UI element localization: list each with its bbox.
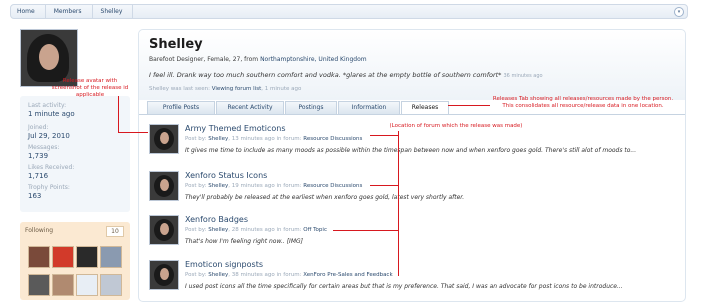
user-location[interactable]: Northamptonshire, United Kingdom	[260, 56, 367, 63]
following-count: 10	[106, 226, 124, 237]
following-avatar[interactable]	[28, 274, 50, 296]
joined-value: Jul 29, 2010	[28, 132, 70, 140]
last-seen: Shelley was last seen: Viewing forum lis…	[149, 86, 301, 92]
release-title[interactable]: Emoticon signposts	[185, 260, 263, 269]
meta-by: Post by:	[185, 136, 209, 142]
annotation-arrow	[370, 135, 398, 136]
annotation-arrow	[448, 105, 490, 106]
annotation-releases-tab: Releases Tab showing all releases/resour…	[492, 96, 674, 109]
tab-profile-posts[interactable]: Profile Posts	[147, 101, 215, 114]
list-item: Xenforo Status Icons Post by: Shelley, 1…	[149, 171, 679, 211]
meta-by: Post by:	[185, 183, 209, 189]
tab-information[interactable]: Information	[338, 101, 400, 114]
release-avatar[interactable]	[149, 260, 179, 290]
breadcrumb-members[interactable]: Members	[46, 5, 93, 18]
annotation-avatar: Release avatar with screenshot of the re…	[51, 78, 129, 98]
following-label: Following	[25, 227, 54, 234]
annotation-arrow	[398, 131, 399, 276]
last-seen-activity[interactable]: Viewing forum list	[212, 86, 262, 92]
meta-by: Post by:	[185, 227, 209, 233]
profile-tabs: Profile Posts Recent Activity Postings I…	[147, 101, 450, 114]
meta-forum[interactable]: Resource Discussions	[303, 136, 362, 142]
release-title[interactable]: Xenforo Badges	[185, 215, 248, 224]
meta-by: Post by:	[185, 272, 209, 278]
list-item: Army Themed Emoticons Post by: Shelley, …	[149, 124, 679, 164]
profile-stats: Last activity: 1 minute ago Joined: Jul …	[20, 96, 130, 212]
release-avatar[interactable]	[149, 215, 179, 245]
profile-header: Shelley Barefoot Designer, Female, 27, f…	[139, 30, 685, 100]
annotation-forum: (Location of forum which the release was…	[389, 123, 523, 129]
list-item: Xenforo Badges Post by: Shelley, 28 minu…	[149, 215, 679, 255]
following-box: Following 10	[20, 222, 130, 300]
release-snippet: That's how I'm feeling right now.. [IMG]	[185, 238, 303, 245]
chevron-down-icon[interactable]: ▾	[674, 7, 684, 17]
annotation-arrow	[118, 132, 148, 133]
messages-value[interactable]: 1,739	[28, 152, 48, 160]
joined-label: Joined:	[28, 124, 49, 131]
meta-author[interactable]: Shelley	[208, 136, 228, 142]
last-activity-value: 1 minute ago	[28, 110, 75, 118]
annotation-arrow	[370, 185, 398, 186]
profile-main: Shelley Barefoot Designer, Female, 27, f…	[138, 29, 686, 302]
release-snippet: It gives me time to include as many mood…	[185, 147, 637, 154]
meta-forum[interactable]: Resource Discussions	[303, 183, 362, 189]
last-seen-prefix: Shelley was last seen:	[149, 86, 212, 92]
release-snippet: They'll probably be released at the earl…	[185, 194, 465, 201]
page-title: Shelley	[149, 37, 203, 52]
release-meta: Post by: Shelley, 28 minutes ago in foru…	[185, 227, 327, 233]
release-snippet: I used post icons all the time specifica…	[185, 283, 623, 290]
meta-time: , 38 minutes ago in forum:	[228, 272, 304, 278]
tab-releases[interactable]: Releases	[401, 101, 449, 114]
meta-forum[interactable]: Off Topic	[303, 227, 327, 233]
annotation-arrow	[118, 96, 119, 132]
status-time: 36 minutes ago	[503, 73, 543, 79]
release-title[interactable]: Army Themed Emoticons	[185, 124, 286, 133]
meta-time: , 28 minutes ago in forum:	[228, 227, 304, 233]
list-item: Emoticon signposts Post by: Shelley, 38 …	[149, 260, 679, 300]
meta-author[interactable]: Shelley	[208, 272, 228, 278]
breadcrumb: Home Members Shelley ▾	[10, 4, 688, 19]
release-meta: Post by: Shelley, 19 minutes ago in foru…	[185, 183, 362, 189]
following-avatar[interactable]	[52, 274, 74, 296]
messages-label: Messages:	[28, 144, 60, 151]
release-avatar[interactable]	[149, 124, 179, 154]
tab-recent-activity[interactable]: Recent Activity	[216, 101, 284, 114]
following-avatar[interactable]	[100, 274, 122, 296]
likes-label: Likes Received:	[28, 164, 75, 171]
meta-time: , 19 minutes ago in forum:	[228, 183, 304, 189]
last-seen-time: , 1 minute ago	[261, 86, 302, 92]
release-meta: Post by: Shelley, 38 minutes ago in foru…	[185, 272, 393, 278]
following-avatar[interactable]	[52, 246, 74, 268]
meta-time: , 13 minutes ago in forum:	[228, 136, 304, 142]
release-avatar[interactable]	[149, 171, 179, 201]
breadcrumb-current[interactable]: Shelley	[93, 5, 134, 18]
likes-value: 1,716	[28, 172, 49, 180]
user-title-text: Barefoot Designer, Female, 27, from	[149, 56, 261, 63]
last-activity-label: Last activity:	[28, 102, 67, 109]
meta-forum[interactable]: XenForo Pre-Sales and Feedback	[303, 272, 392, 278]
release-meta: Post by: Shelley, 13 minutes ago in foru…	[185, 136, 362, 142]
release-title[interactable]: Xenforo Status Icons	[185, 171, 267, 180]
meta-author[interactable]: Shelley	[208, 227, 228, 233]
following-avatar[interactable]	[76, 246, 98, 268]
status-text: I feel ill. Drank way too much southern …	[149, 71, 504, 79]
tab-divider	[139, 114, 685, 115]
annotation-arrow	[333, 230, 398, 231]
breadcrumb-home[interactable]: Home	[11, 5, 46, 18]
following-avatar[interactable]	[100, 246, 122, 268]
meta-author[interactable]: Shelley	[208, 183, 228, 189]
tab-postings[interactable]: Postings	[285, 101, 337, 114]
user-title: Barefoot Designer, Female, 27, from Nort…	[149, 56, 367, 63]
trophy-label: Trophy Points:	[28, 184, 70, 191]
status-message: I feel ill. Drank way too much southern …	[149, 71, 543, 79]
trophy-value[interactable]: 163	[28, 192, 41, 200]
following-avatar[interactable]	[76, 274, 98, 296]
following-avatar[interactable]	[28, 246, 50, 268]
